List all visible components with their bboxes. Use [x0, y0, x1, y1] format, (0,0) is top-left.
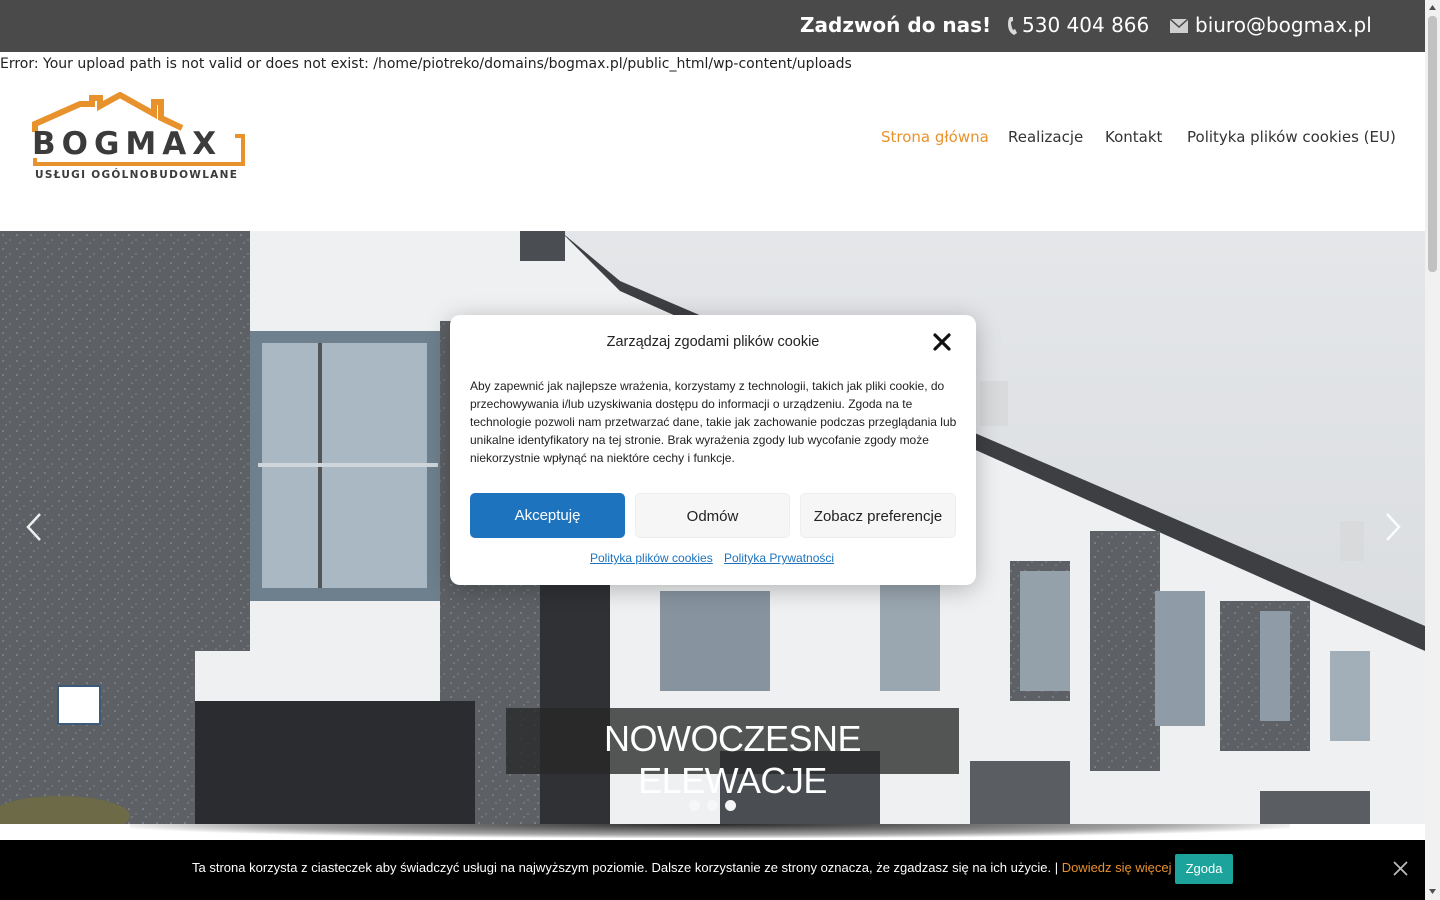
slider-dot-1[interactable] [689, 800, 700, 811]
scroll-up-arrow-icon[interactable] [1428, 3, 1437, 12]
nav-cookie-policy[interactable]: Polityka plików cookies (EU) [1187, 128, 1396, 146]
phone-icon [1008, 17, 1017, 35]
accept-cookies-button[interactable]: Akceptuję [470, 493, 625, 538]
cookie-consent-modal: Zarządzaj zgodami plików cookie Aby zape… [450, 315, 976, 585]
deny-cookies-button[interactable]: Odmów [635, 493, 790, 538]
slider-next-chevron-right-icon[interactable] [1381, 510, 1405, 544]
privacy-policy-link[interactable]: Polityka Prywatności [724, 551, 834, 565]
view-preferences-button[interactable]: Zobacz preferencje [800, 493, 956, 538]
nav-home[interactable]: Strona główna [881, 128, 989, 146]
cookie-modal-text: Aby zapewnić jak najlepsze wrażenia, kor… [470, 379, 957, 465]
slide-caption: NOWOCZESNE ELEWACJE [603, 718, 862, 801]
logo-wordmark: BOGMAX [32, 126, 223, 162]
hero-bottom-shadow [0, 824, 1425, 840]
close-icon[interactable] [1392, 860, 1409, 877]
upload-error-message: Error: Your upload path is not valid or … [0, 56, 852, 72]
cookie-policy-link[interactable]: Polityka plików cookies [590, 551, 713, 565]
cookie-notice-text: Ta strona korzysta z ciasteczek aby świa… [192, 860, 1062, 875]
slider-prev-chevron-left-icon[interactable] [22, 510, 46, 544]
slider-dot-2[interactable] [707, 800, 718, 811]
call-us-label: Zadzwoń do nas! [800, 13, 992, 37]
site-logo[interactable]: BOGMAX USŁUGI OGÓLNOBUDOWLANE [32, 92, 247, 184]
learn-more-link[interactable]: Dowiedz się więcej [1062, 860, 1172, 875]
mail-icon [1170, 19, 1188, 33]
cookie-notice-bar: Ta strona korzysta z ciasteczek aby świa… [0, 840, 1425, 900]
cookie-notice-text-wrap: Ta strona korzysta z ciasteczek aby świa… [192, 860, 1172, 875]
logo-tagline: USŁUGI OGÓLNOBUDOWLANE [35, 169, 239, 181]
nav-realizations[interactable]: Realizacje [1008, 128, 1083, 146]
phone-number-link[interactable]: 530 404 866 [1022, 13, 1149, 37]
nav-contact[interactable]: Kontakt [1105, 128, 1162, 146]
cookie-modal-title: Zarządzaj zgodami plików cookie [606, 334, 820, 350]
consent-button[interactable]: Zgoda [1175, 854, 1233, 884]
scroll-down-arrow-icon[interactable] [1428, 887, 1437, 896]
scrollbar-thumb[interactable] [1428, 16, 1437, 272]
page-scrollbar[interactable] [1425, 0, 1440, 900]
slider-dot-3[interactable] [725, 800, 736, 811]
slide-caption-box: NOWOCZESNE ELEWACJE [506, 708, 959, 801]
close-icon[interactable] [931, 331, 953, 353]
contact-topbar: Zadzwoń do nas! 530 404 866 biuro@bogmax… [0, 0, 1425, 52]
email-link[interactable]: biuro@bogmax.pl [1195, 13, 1372, 37]
